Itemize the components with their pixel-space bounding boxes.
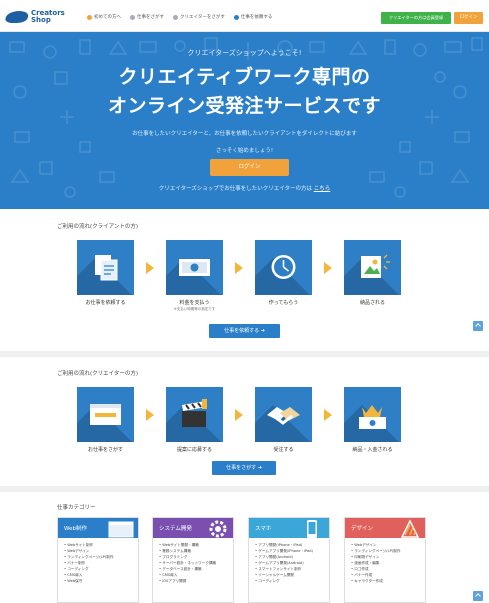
- category-header: デザイン: [345, 518, 425, 538]
- plus-icon: [233, 14, 239, 20]
- nav-item-label: 初めての方へ: [94, 15, 121, 20]
- creator-flow: お仕事をさがす 提案に応募する 受注する 納品・入金される: [77, 387, 401, 453]
- category-link[interactable]: コーディング: [255, 578, 329, 584]
- search-icon: [173, 14, 178, 20]
- nav-item-label: 仕事を依頼する: [240, 15, 273, 20]
- scroll-top-button[interactable]: [473, 321, 483, 331]
- hero-footer-link[interactable]: こちら: [314, 186, 331, 192]
- find-work-button[interactable]: 仕事をさがす ➜: [212, 461, 276, 475]
- category-links: Webサイト開発・構築 業務システム構築 プログラミング サーバー設計・ネットワ…: [153, 538, 233, 584]
- arrow-right-icon: [324, 409, 332, 421]
- gear-icon: [209, 520, 227, 538]
- creator-step-apply: 提案に応募する: [166, 387, 223, 453]
- category-header: Web制作: [58, 518, 138, 538]
- smartphone-icon: [307, 520, 317, 538]
- category-card-smartphone[interactable]: スマホ アプリ開発(iPhone・iPad) ゲームアプリ開発(iPhone・i…: [248, 517, 330, 603]
- hero-subtitle: クリエイターズショップへようこそ!: [187, 49, 302, 57]
- palette-icon: [400, 519, 420, 538]
- arrow-right-icon: [235, 262, 243, 274]
- nav-item-first-time[interactable]: 初めての方へ: [87, 14, 121, 20]
- handshake-icon: [255, 387, 312, 442]
- nav-item-label: クリエイターをさがす: [180, 15, 225, 20]
- category-header: スマホ: [249, 518, 329, 538]
- hero-description-2: さっそく始めましょう!: [215, 148, 274, 154]
- category-card-web[interactable]: Web制作 Webサイト制作 Webデザイン ランディングページ(LP)制作 バ…: [57, 517, 139, 603]
- hero-title-line2: オンライン受発注サービスです: [107, 95, 381, 117]
- arrow-right-icon: [324, 262, 332, 274]
- scroll-top-button[interactable]: [473, 591, 483, 601]
- category-links: Webデザイン ランディングページ(LP)制作 印刷物デザイン 漫画作成・編集 …: [345, 538, 425, 584]
- logo-mark-icon: [3, 11, 31, 23]
- client-step-request: お仕事を依頼する: [77, 240, 134, 312]
- category-header: システム開発: [153, 518, 233, 538]
- hero-login-button[interactable]: ログイン: [210, 159, 289, 176]
- logo-text-line2: Shop: [31, 16, 51, 24]
- category-link[interactable]: キャラクター作成: [351, 578, 425, 584]
- delivery-icon: [344, 240, 401, 295]
- crown-money-icon: [344, 387, 401, 442]
- flow-step-note: ※支払い時期等の指定です: [173, 307, 216, 311]
- arrow-right-icon: [235, 409, 243, 421]
- client-step-deliver: 納品される: [344, 240, 401, 312]
- client-step-pay: 料金を支払う ※支払い時期等の指定です: [166, 240, 223, 312]
- flow-step-label: 納品される: [359, 300, 385, 306]
- creator-register-button[interactable]: クリエイターの方は会員登録: [381, 12, 451, 24]
- category-links: Webサイト制作 Webデザイン ランディングページ(LP)制作 バナー制作 コ…: [58, 538, 138, 584]
- nav-item-find-work[interactable]: 仕事をさがす: [130, 14, 164, 20]
- hero-footer-label: クリエイターズショップでお仕事をしたいクリエイターの方は: [158, 186, 313, 192]
- category-link[interactable]: Web保守: [64, 578, 138, 584]
- flow-step-label: 納品・入金される: [352, 447, 393, 453]
- flow-step-label: 作ってもらう: [268, 300, 299, 306]
- hero-banner: クリエイターズショップへようこそ! クリエイティブワーク専門の オンライン受発注…: [0, 32, 489, 209]
- creator-step-accept: 受注する: [255, 387, 312, 453]
- document-icon: [77, 240, 134, 295]
- creator-step-search: お仕事をさがす: [77, 387, 134, 453]
- flow-step-label: 提案に応募する: [176, 447, 212, 453]
- creator-step-paid: 納品・入金される: [344, 387, 401, 453]
- category-link[interactable]: iOSアプリ開発: [159, 578, 233, 584]
- category-links: アプリ開発(iPhone・iPad) ゲームアプリ開発(iPhone・iPad)…: [249, 538, 329, 584]
- flow-step-label: お仕事をさがす: [87, 447, 123, 453]
- categories-title: 仕事カテゴリー: [57, 505, 96, 511]
- clapper-icon: [166, 387, 223, 442]
- category-label: Web制作: [64, 526, 87, 532]
- browser-icon: [77, 387, 134, 442]
- client-flow: お仕事を依頼する 料金を支払う ※支払い時期等の指定です 作ってもらう 納品され…: [77, 240, 401, 312]
- clock-icon: [255, 240, 312, 295]
- header-login-button[interactable]: ログイン: [454, 12, 483, 24]
- search-icon: [130, 14, 135, 20]
- creator-flow-title: ご利用の流れ(クリエイターの方): [57, 371, 139, 377]
- flow-step-label: 受注する: [273, 447, 294, 453]
- site-logo[interactable]: Creators Shop: [3, 9, 65, 25]
- category-card-design[interactable]: デザイン Webデザイン ランディングページ(LP)制作 印刷物デザイン 漫画作…: [344, 517, 426, 603]
- nav-item-label: 仕事をさがす: [137, 15, 164, 20]
- post-job-button[interactable]: 仕事を依頼する ➜: [209, 324, 280, 338]
- category-label: システム開発: [159, 526, 192, 532]
- client-flow-title: ご利用の流れ(クライアントの方): [57, 224, 139, 230]
- arrow-right-icon: [146, 409, 154, 421]
- hero-title-line1: クリエイティブワーク専門の: [118, 66, 371, 88]
- nav-item-find-creators[interactable]: クリエイターをさがす: [173, 14, 225, 20]
- section-divider: [0, 486, 489, 492]
- flow-step-label: 料金を支払う: [179, 300, 210, 306]
- hero-pattern: [9, 37, 483, 198]
- arrow-right-icon: [146, 262, 154, 274]
- flow-step-label: お仕事を依頼する: [85, 300, 126, 306]
- site-header: Creators Shop 初めての方へ 仕事をさがす クリエイターをさがす 仕…: [0, 0, 489, 32]
- star-icon: [87, 14, 92, 20]
- category-label: スマホ: [255, 526, 272, 532]
- hero-description: お仕事をしたいクリエイターと、お仕事を依頼したいクライアントをダイレクトに結びま…: [132, 131, 357, 137]
- client-step-create: 作ってもらう: [255, 240, 312, 312]
- money-icon: [166, 240, 223, 295]
- web-category-icon: [108, 521, 134, 538]
- main-nav: 初めての方へ 仕事をさがす クリエイターをさがす 仕事を依頼する: [87, 14, 281, 20]
- category-label: デザイン: [351, 526, 374, 532]
- nav-item-post-job[interactable]: 仕事を依頼する: [233, 14, 273, 20]
- category-card-system[interactable]: システム開発 Webサイト開発・構築 業務システム構築 プログラミング サーバー…: [152, 517, 234, 603]
- section-divider: [0, 351, 489, 357]
- hero-footer-text: クリエイターズショップでお仕事をしたいクリエイターの方は こちら: [0, 184, 489, 192]
